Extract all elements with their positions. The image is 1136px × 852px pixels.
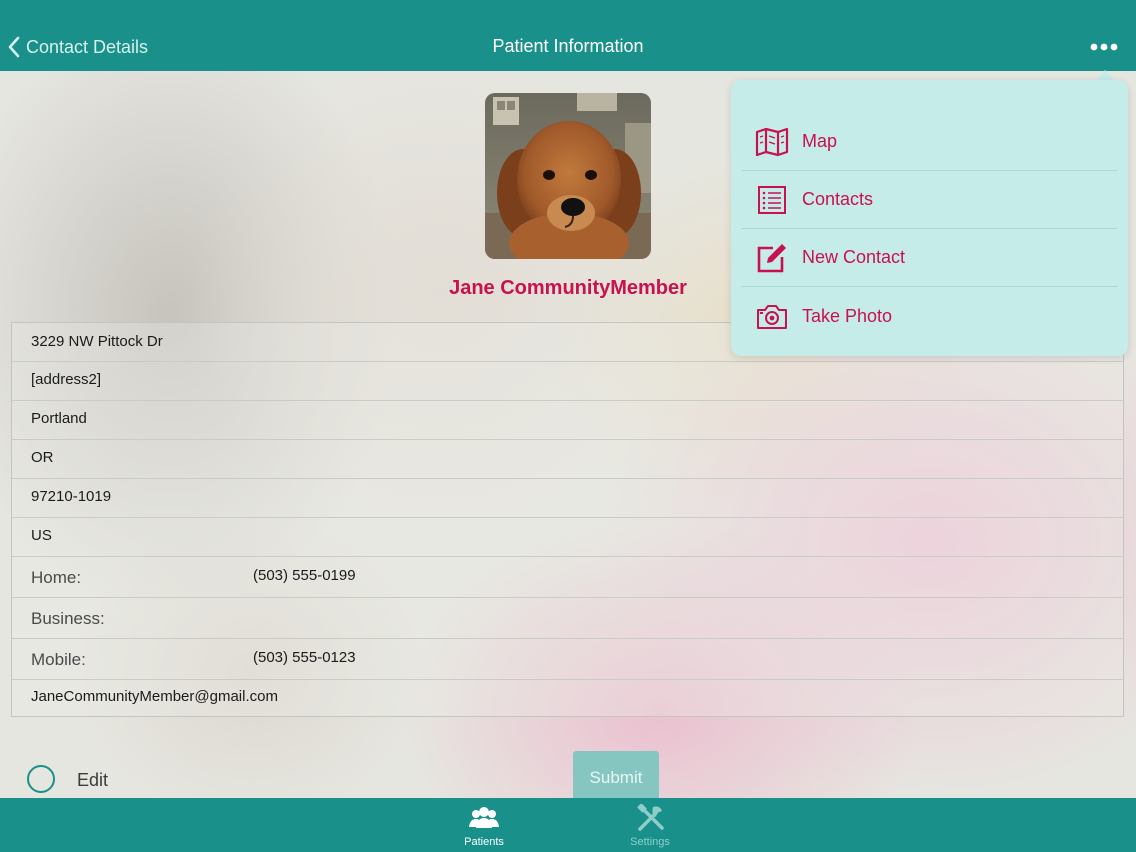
more-horizontal-icon (1090, 43, 1118, 51)
edit-icon (757, 244, 786, 273)
mobile-phone-label: Mobile: (31, 650, 86, 669)
home-phone-row[interactable]: Home: (503) 555-0199 (12, 557, 1123, 598)
menu-item-map-label: Map (802, 131, 838, 151)
tab-patients[interactable]: Patients (439, 798, 529, 852)
menu-item-map[interactable]: Map (741, 113, 1117, 171)
tab-settings[interactable]: Settings (605, 798, 695, 852)
edit-label: Edit (77, 770, 109, 790)
menu-item-take-photo-label: Take Photo (802, 306, 893, 326)
email: JaneCommunityMember@gmail.com (31, 688, 278, 705)
more-menu-popover: Map Contacts New Contact Take Photo (731, 80, 1128, 356)
mobile-phone-value: (503) 555-0123 (253, 649, 356, 666)
avatar[interactable] (485, 93, 651, 259)
menu-item-new-contact-label: New Contact (802, 247, 906, 267)
menu-item-take-photo[interactable]: Take Photo (741, 288, 1117, 346)
map-icon (755, 127, 789, 157)
city: Portland (31, 410, 87, 427)
business-phone-row[interactable]: Business: (12, 598, 1123, 639)
tab-patients-label: Patients (464, 836, 504, 848)
puppy-photo (485, 93, 651, 259)
home-phone-label: Home: (31, 568, 82, 587)
zip-row[interactable]: 97210-1019 (12, 479, 1123, 518)
edit-toggle[interactable] (27, 765, 55, 793)
page-title: Patient Information (492, 36, 644, 56)
zip-code: 97210-1019 (31, 488, 112, 505)
submit-button[interactable]: Submit (573, 751, 659, 798)
home-phone-value: (503) 555-0199 (253, 567, 356, 584)
list-icon (758, 186, 786, 214)
business-phone-label: Business: (31, 609, 105, 628)
state: OR (31, 449, 54, 466)
city-row[interactable]: Portland (12, 401, 1123, 440)
country-row[interactable]: US (12, 518, 1123, 557)
more-button[interactable] (1088, 38, 1122, 56)
email-row[interactable]: JaneCommunityMember@gmail.com (12, 680, 1123, 717)
patients-icon (469, 807, 499, 828)
address-line2-row[interactable]: [address2] (12, 362, 1123, 401)
menu-item-contacts-label: Contacts (802, 189, 874, 209)
address-line2: [address2] (31, 371, 102, 388)
address-line1: 3229 NW Pittock Dr (31, 333, 163, 350)
patient-name: Jane CommunityMember (449, 277, 687, 299)
camera-icon (757, 305, 787, 329)
settings-icon (637, 804, 664, 831)
menu-item-contacts[interactable]: Contacts (741, 171, 1117, 229)
tab-settings-label: Settings (630, 836, 670, 848)
navigation-bar: Contact Details Patient Information (0, 0, 1136, 71)
country: US (31, 527, 52, 544)
menu-item-new-contact[interactable]: New Contact (741, 229, 1117, 287)
patient-info-table: 3229 NW Pittock Dr [address2] Portland O… (11, 322, 1124, 717)
mobile-phone-row[interactable]: Mobile: (503) 555-0123 (12, 639, 1123, 680)
state-row[interactable]: OR (12, 440, 1123, 479)
tab-bar: Patients Settings (0, 798, 1136, 852)
